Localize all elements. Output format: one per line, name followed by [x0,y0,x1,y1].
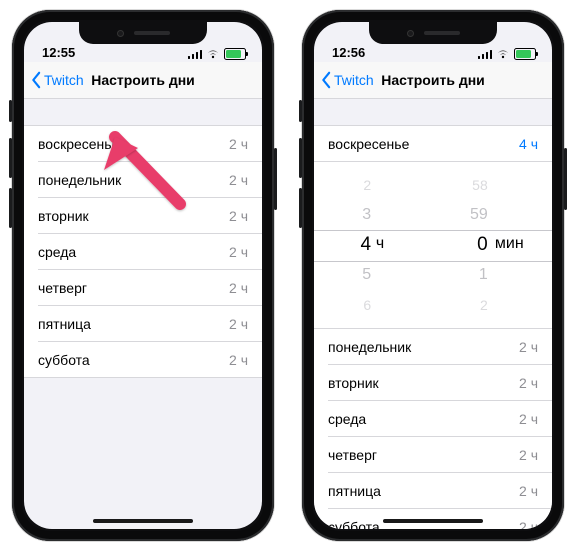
day-label: пятница [38,316,91,332]
chevron-left-icon [28,71,44,89]
day-label: суббота [328,519,380,529]
day-label: четверг [328,447,377,463]
signal-bars-icon [188,49,203,59]
day-value: 2 ч [519,411,538,427]
table-row[interactable]: четверг 2 ч [24,270,262,306]
table-row[interactable]: воскресенье 2 ч [24,126,262,162]
side-button [9,100,12,122]
back-button[interactable]: Twitch [28,71,84,89]
side-button [274,148,277,210]
day-label: суббота [38,352,90,368]
day-value: 2 ч [229,352,248,368]
day-value: 2 ч [229,172,248,188]
day-value: 2 ч [229,244,248,260]
side-button [299,138,302,178]
status-time: 12:55 [42,45,75,60]
table-row[interactable]: суббота 2 ч [24,342,262,378]
battery-icon [224,48,246,60]
side-button [9,138,12,178]
day-value: 2 ч [519,339,538,355]
days-list-right-rest: понедельник 2 ч вторник 2 ч среда 2 ч че… [314,329,552,529]
status-right [188,48,247,60]
day-label: вторник [38,208,89,224]
day-label: среда [38,244,76,260]
status-time: 12:56 [332,45,365,60]
back-label: Twitch [334,72,374,88]
table-row[interactable]: среда 2 ч [24,234,262,270]
battery-icon [514,48,536,60]
day-value: 2 ч [229,316,248,332]
table-row[interactable]: понедельник 2 ч [314,329,552,365]
phone-left: 12:55 Twitch Настроить дни вос [12,10,274,541]
day-label: понедельник [38,172,121,188]
table-row[interactable]: вторник 2 ч [24,198,262,234]
chevron-left-icon [318,71,334,89]
day-value: 2 ч [519,519,538,529]
table-row[interactable]: пятница 2 ч [314,473,552,509]
minute-unit: мин [495,235,524,253]
home-indicator[interactable] [383,519,483,523]
table-row[interactable]: пятница 2 ч [24,306,262,342]
day-value: 2 ч [229,136,248,152]
days-list-left: воскресенье 2 ч понедельник 2 ч вторник … [24,125,262,378]
day-label: воскресенье [328,136,409,152]
side-button [299,100,302,122]
side-button [9,188,12,228]
back-label: Twitch [44,72,84,88]
day-value: 2 ч [519,375,538,391]
day-value: 2 ч [519,483,538,499]
table-row[interactable]: понедельник 2 ч [24,162,262,198]
hour-unit: ч [376,235,384,253]
phone-right: 12:56 Twitch Настроить дни вос [302,10,564,541]
side-button [299,188,302,228]
day-value: 2 ч [229,280,248,296]
table-row[interactable]: среда 2 ч [314,401,552,437]
day-label: понедельник [328,339,411,355]
nav-bar: Twitch Настроить дни [314,62,552,99]
table-row[interactable]: четверг 2 ч [314,437,552,473]
side-button [564,148,567,210]
minute-wheel[interactable]: 57 58 59 0 1 2 3 мин [433,162,552,328]
day-label: среда [328,411,366,427]
day-label: вторник [328,375,379,391]
day-value: 2 ч [519,447,538,463]
home-indicator[interactable] [93,519,193,523]
nav-bar: Twitch Настроить дни [24,62,262,99]
day-label: воскресенье [38,136,119,152]
days-list-right-head: воскресенье 4 ч [314,125,552,162]
time-picker[interactable]: 1 2 3 4 5 6 7 ч 57 58 [314,162,552,329]
day-value: 4 ч [519,136,538,152]
table-row[interactable]: воскресенье 4 ч [314,126,552,162]
hour-wheel[interactable]: 1 2 3 4 5 6 7 ч [314,162,433,328]
table-row[interactable]: вторник 2 ч [314,365,552,401]
day-value: 2 ч [229,208,248,224]
wifi-icon [206,49,220,59]
status-right [478,48,537,60]
wifi-icon [496,49,510,59]
signal-bars-icon [478,49,493,59]
back-button[interactable]: Twitch [318,71,374,89]
day-label: пятница [328,483,381,499]
day-label: четверг [38,280,87,296]
